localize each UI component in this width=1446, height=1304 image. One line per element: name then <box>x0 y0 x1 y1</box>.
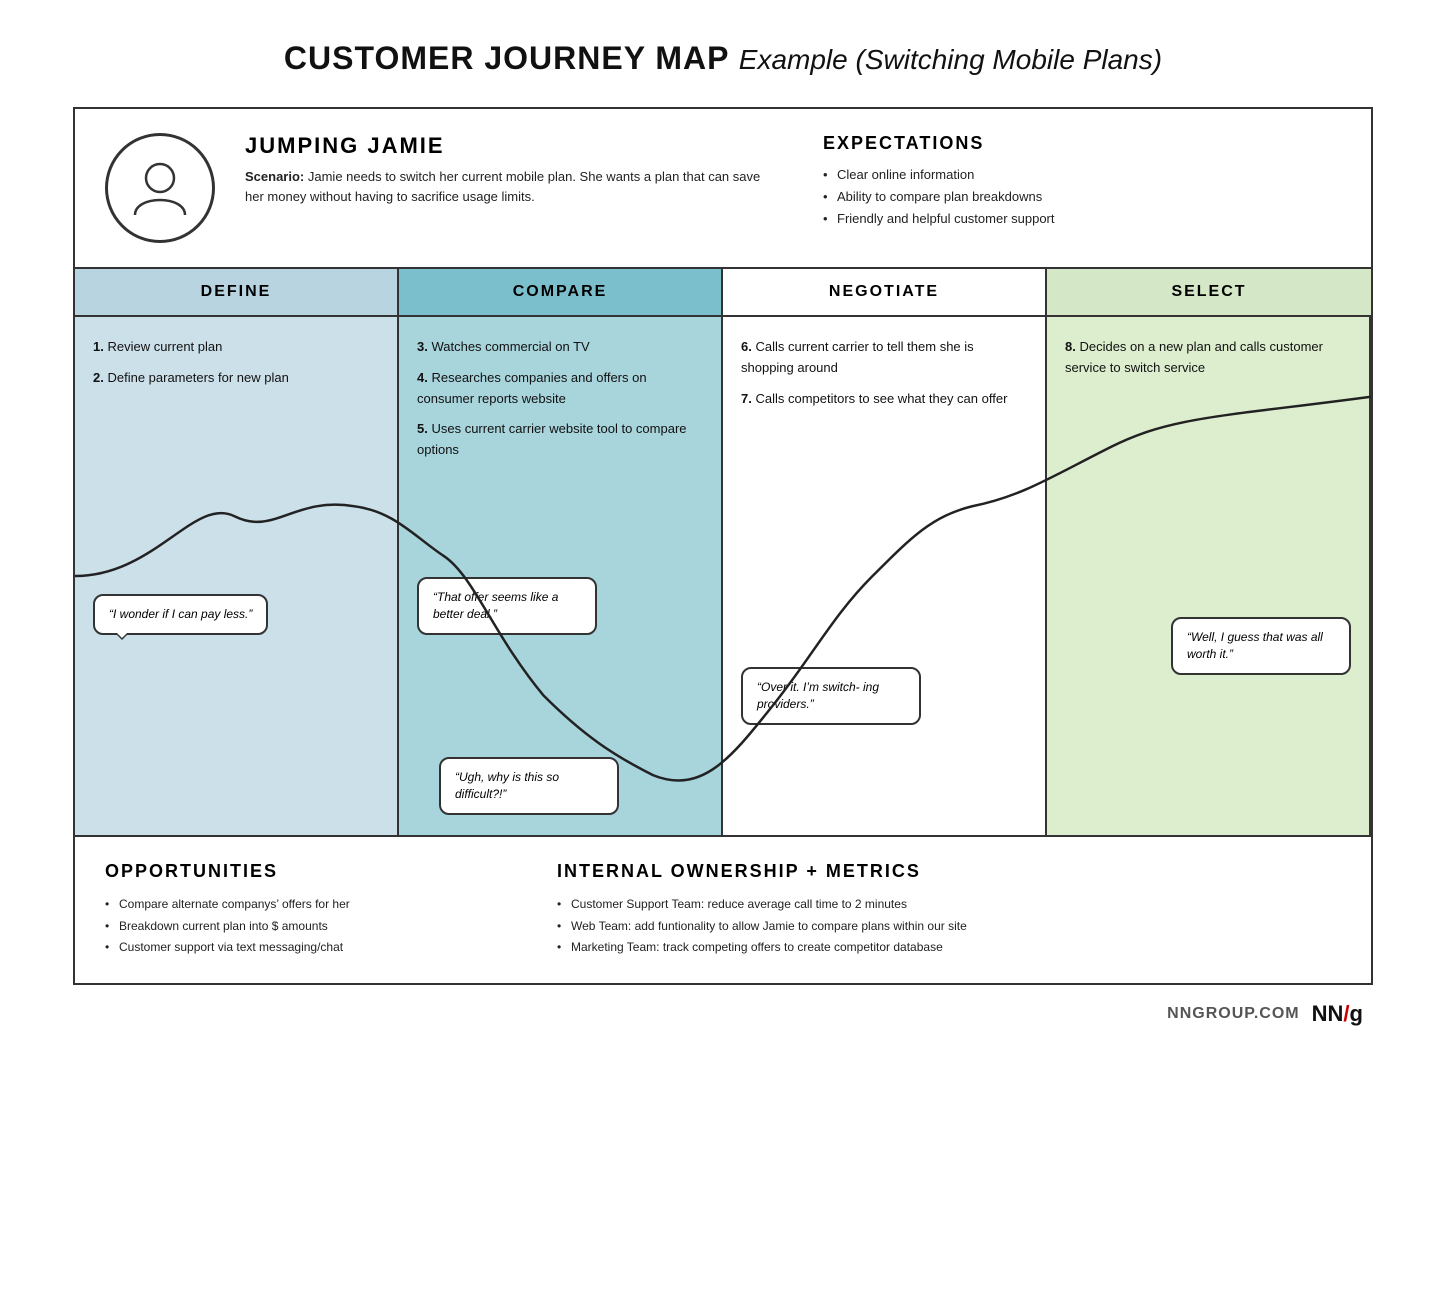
title-bold: CUSTOMER JOURNEY MAP <box>284 40 729 76</box>
step-1-label: Review current plan <box>107 339 222 354</box>
list-item: Customer Support Team: reduce average ca… <box>557 894 1341 916</box>
main-diagram: JUMPING JAMIE Scenario: Jamie needs to s… <box>73 107 1373 985</box>
internal-title: INTERNAL OWNERSHIP + METRICS <box>557 861 1341 882</box>
compare-cell: 3. Watches commercial on TV 4. Researche… <box>399 317 723 835</box>
phase-header-negotiate: NEGOTIATE <box>723 269 1047 315</box>
negotiate-step-6: 6. Calls current carrier to tell them sh… <box>741 337 1027 379</box>
persona-scenario: Scenario: Jamie needs to switch her curr… <box>245 167 763 206</box>
select-bubble: “Well, I guess that was all worth it.” <box>1171 617 1351 675</box>
compare-step-5: 5. Uses current carrier website tool to … <box>417 419 703 461</box>
phase-header-select: SELECT <box>1047 269 1371 315</box>
list-item: Web Team: add funtionality to allow Jami… <box>557 916 1341 938</box>
list-item: Breakdown current plan into $ amounts <box>105 916 497 938</box>
footer: NNGROUP.COM NN/g <box>73 1001 1373 1027</box>
footer-logo-nn: NN <box>1312 1001 1344 1027</box>
persona-info: JUMPING JAMIE Scenario: Jamie needs to s… <box>245 133 763 206</box>
avatar <box>105 133 215 243</box>
footer-logo: NN/g <box>1312 1001 1363 1027</box>
footer-domain: NNGROUP.COM <box>1167 1005 1300 1023</box>
list-item: Clear online information <box>823 164 1341 186</box>
internal-section: INTERNAL OWNERSHIP + METRICS Customer Su… <box>557 861 1341 959</box>
select-bubble-container: “Well, I guess that was all worth it.” <box>1171 609 1351 675</box>
list-item: Marketing Team: track competing offers t… <box>557 937 1341 959</box>
title-italic: Example (Switching Mobile Plans) <box>739 44 1162 75</box>
select-step-8: 8. Decides on a new plan and calls custo… <box>1065 337 1351 379</box>
list-item: Customer support via text messaging/chat <box>105 937 497 959</box>
compare-step-3: 3. Watches commercial on TV <box>417 337 703 358</box>
negotiate-cell: 6. Calls current carrier to tell them sh… <box>723 317 1047 835</box>
step-2-label: Define parameters for new plan <box>107 370 288 385</box>
footer-logo-g: g <box>1350 1001 1363 1027</box>
opportunities-title: OPPORTUNITIES <box>105 861 497 882</box>
phase-header-compare: COMPARE <box>399 269 723 315</box>
define-cell: 1. Review current plan 2. Define paramet… <box>75 317 399 835</box>
list-item: Friendly and helpful customer support <box>823 208 1341 230</box>
list-item: Ability to compare plan breakdowns <box>823 186 1341 208</box>
persona-row: JUMPING JAMIE Scenario: Jamie needs to s… <box>75 109 1371 269</box>
define-bubble-container: “I wonder if I can pay less.” <box>93 586 268 635</box>
define-step-2: 2. Define parameters for new plan <box>93 368 379 389</box>
opportunities-section: OPPORTUNITIES Compare alternate companys… <box>105 861 497 959</box>
compare-step-4: 4. Researches companies and offers on co… <box>417 368 703 410</box>
internal-list: Customer Support Team: reduce average ca… <box>557 894 1341 959</box>
compare-bubble-low-container: “Ugh, why is this so difficult?!” <box>439 749 619 815</box>
compare-bubble-mid-container: “That offer seems like a better deal.” <box>417 569 597 635</box>
phase-header-define: DEFINE <box>75 269 399 315</box>
phases-header: DEFINE COMPARE NEGOTIATE SELECT <box>75 269 1371 317</box>
list-item: Compare alternate companys’ offers for h… <box>105 894 497 916</box>
journey-content: 1. Review current plan 2. Define paramet… <box>75 317 1371 837</box>
negotiate-step-7: 7. Calls competitors to see what they ca… <box>741 389 1027 410</box>
expectations-section: EXPECTATIONS Clear online information Ab… <box>823 133 1341 230</box>
define-bubble: “I wonder if I can pay less.” <box>93 594 268 635</box>
scenario-text: Jamie needs to switch her current mobile… <box>245 169 760 204</box>
negotiate-bubble-container: “Over it. I’m switch- ing providers.” <box>741 659 921 725</box>
bottom-row: OPPORTUNITIES Compare alternate companys… <box>75 837 1371 983</box>
compare-bubble-low: “Ugh, why is this so difficult?!” <box>439 757 619 815</box>
page-title: CUSTOMER JOURNEY MAP Example (Switching … <box>284 40 1162 77</box>
expectations-title: EXPECTATIONS <box>823 133 1341 154</box>
define-step-1: 1. Review current plan <box>93 337 379 358</box>
negotiate-bubble: “Over it. I’m switch- ing providers.” <box>741 667 921 725</box>
compare-bubble-mid: “That offer seems like a better deal.” <box>417 577 597 635</box>
opportunities-list: Compare alternate companys’ offers for h… <box>105 894 497 959</box>
select-cell: 8. Decides on a new plan and calls custo… <box>1047 317 1371 835</box>
expectations-list: Clear online information Ability to comp… <box>823 164 1341 230</box>
persona-name: JUMPING JAMIE <box>245 133 763 159</box>
